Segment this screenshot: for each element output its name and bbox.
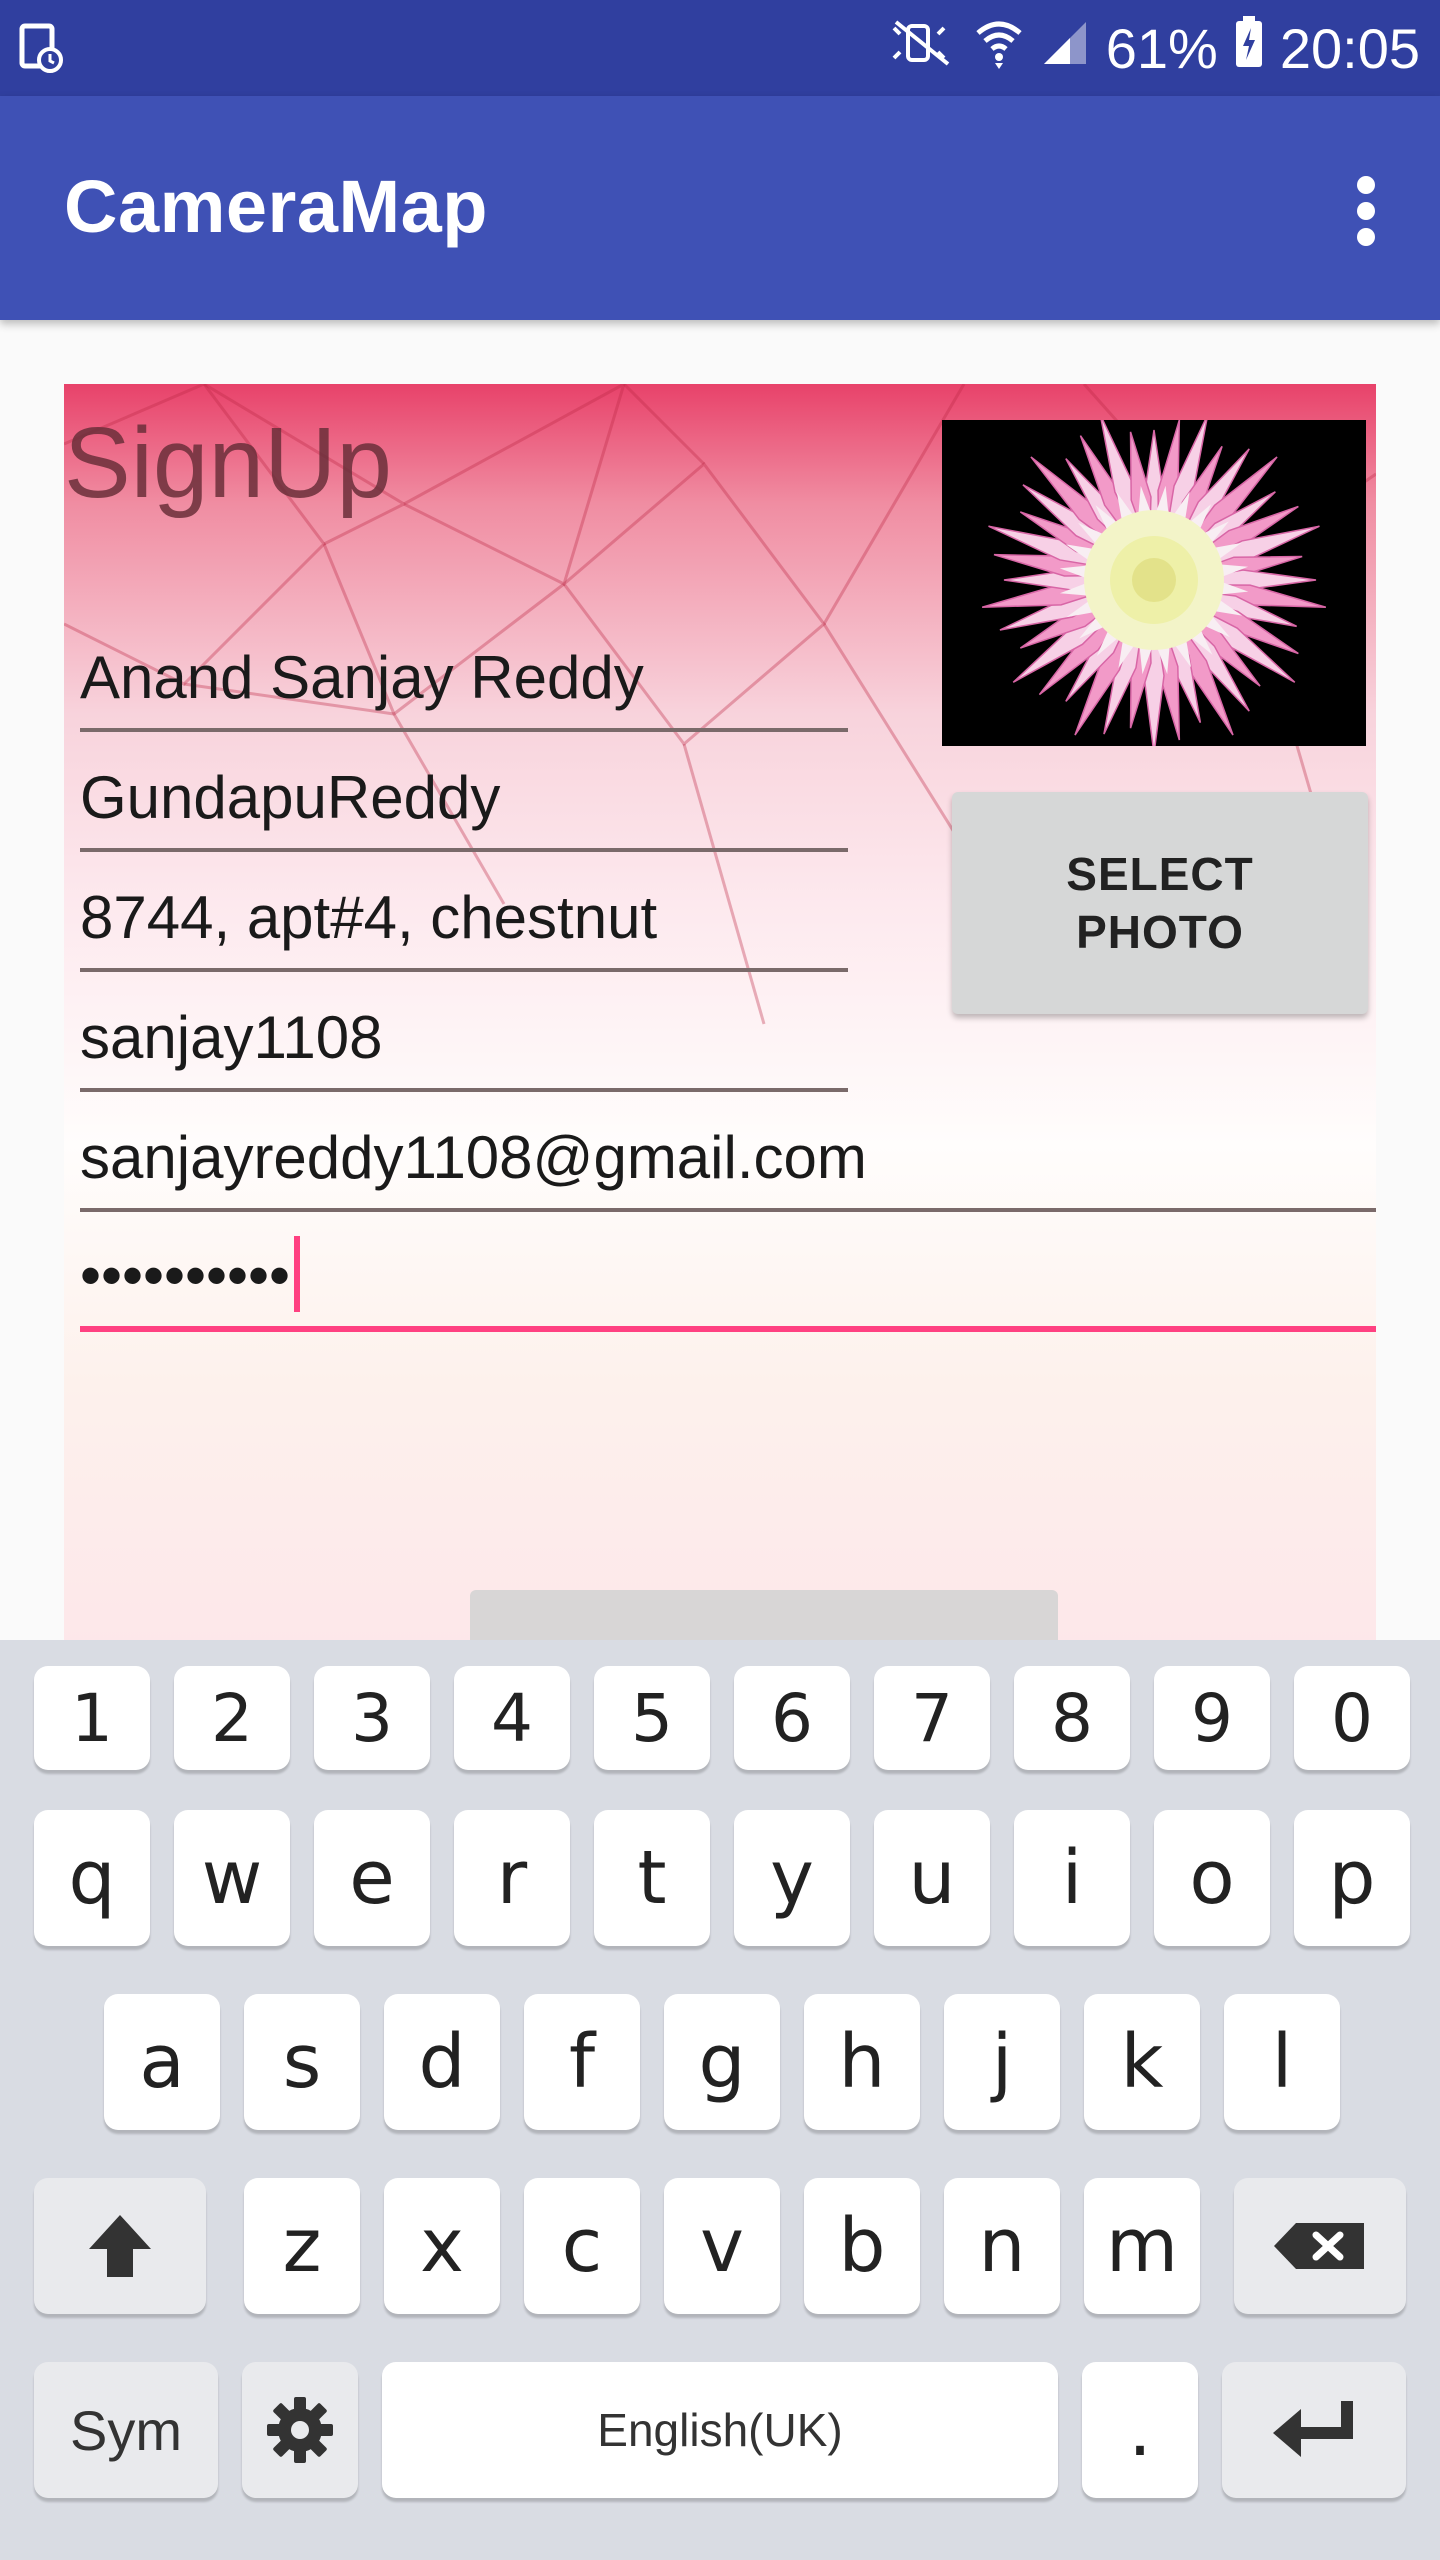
select-photo-button[interactable]: SELECT PHOTO [952, 792, 1368, 1014]
signup-heading: SignUp [64, 407, 392, 519]
number-8-key[interactable]: 8 [1014, 1666, 1130, 1770]
email-value: sanjayreddy1108@gmail.com [80, 1124, 867, 1191]
app-title: CameraMap [64, 165, 489, 248]
settings-key[interactable] [242, 2362, 358, 2498]
field-underline [80, 728, 848, 732]
full-name-field[interactable]: Anand Sanjay Reddy [80, 632, 848, 732]
flower-image [942, 420, 1366, 746]
app-bar: CameraMap [0, 96, 1440, 320]
last-name-field[interactable]: GundapuReddy [80, 752, 848, 852]
sym-key[interactable]: Sym [34, 2362, 218, 2498]
password-field[interactable]: •••••••••• [80, 1232, 1376, 1332]
email-field[interactable]: sanjayreddy1108@gmail.com [80, 1112, 1376, 1212]
screenshot-icon [18, 22, 66, 74]
shift-arrow-icon [89, 2215, 151, 2277]
last-name-value: GundapuReddy [80, 764, 501, 831]
field-underline [80, 1088, 848, 1092]
letter-a-key[interactable]: a [104, 1994, 220, 2130]
battery-percent: 61% [1105, 16, 1218, 80]
field-underline [80, 968, 848, 972]
number-4-key[interactable]: 4 [454, 1666, 570, 1770]
number-2-key[interactable]: 2 [174, 1666, 290, 1770]
signup-card: SignUp Anand Sanjay Reddy GundapuReddy 8… [64, 384, 1376, 1644]
letter-t-key[interactable]: t [594, 1810, 710, 1946]
number-7-key[interactable]: 7 [874, 1666, 990, 1770]
letter-z-key[interactable]: z [244, 2178, 360, 2314]
submit-button[interactable] [470, 1590, 1058, 1644]
field-underline-focused [80, 1326, 1376, 1332]
letter-e-key[interactable]: e [314, 1810, 430, 1946]
number-0-key[interactable]: 0 [1294, 1666, 1410, 1770]
clock: 20:05 [1279, 16, 1420, 80]
full-name-value: Anand Sanjay Reddy [80, 644, 644, 711]
letter-o-key[interactable]: o [1154, 1810, 1270, 1946]
letter-s-key[interactable]: s [244, 1994, 360, 2130]
more-vert-icon[interactable] [1346, 176, 1386, 256]
profile-photo [942, 420, 1366, 746]
field-underline [80, 1208, 1376, 1212]
number-1-key[interactable]: 1 [34, 1666, 150, 1770]
letter-c-key[interactable]: c [524, 2178, 640, 2314]
letter-f-key[interactable]: f [524, 1994, 640, 2130]
soft-keyboard: 1234567890 qwertyuiop asdfghjkl zxcvbnm … [0, 1640, 1440, 2560]
letter-r-key[interactable]: r [454, 1810, 570, 1946]
battery-charging-icon [1234, 15, 1264, 81]
enter-key[interactable] [1222, 2362, 1406, 2498]
number-6-key[interactable]: 6 [734, 1666, 850, 1770]
letter-g-key[interactable]: g [664, 1994, 780, 2130]
field-underline [80, 848, 848, 852]
letter-y-key[interactable]: y [734, 1810, 850, 1946]
letter-v-key[interactable]: v [664, 2178, 780, 2314]
letter-p-key[interactable]: p [1294, 1810, 1410, 1946]
letter-q-key[interactable]: q [34, 1810, 150, 1946]
letter-x-key[interactable]: x [384, 2178, 500, 2314]
password-value: •••••••••• [80, 1242, 291, 1309]
gear-icon [267, 2397, 333, 2463]
letter-d-key[interactable]: d [384, 1994, 500, 2130]
letter-w-key[interactable]: w [174, 1810, 290, 1946]
letter-m-key[interactable]: m [1084, 2178, 1200, 2314]
letter-k-key[interactable]: k [1084, 1994, 1200, 2130]
address-value: 8744, apt#4, chestnut [80, 884, 658, 951]
number-3-key[interactable]: 3 [314, 1666, 430, 1770]
letter-j-key[interactable]: j [944, 1994, 1060, 2130]
select-photo-label-line2: PHOTO [1076, 906, 1244, 958]
username-value: sanjay1108 [80, 1004, 383, 1071]
enter-arrow-icon [1273, 2401, 1353, 2457]
wifi-icon [974, 15, 1024, 82]
number-9-key[interactable]: 9 [1154, 1666, 1270, 1770]
select-photo-label-line1: SELECT [1066, 848, 1254, 900]
text-cursor [294, 1236, 301, 1312]
backspace-key[interactable] [1234, 2178, 1406, 2314]
backspace-icon [1274, 2223, 1364, 2269]
period-key[interactable]: . [1082, 2362, 1198, 2498]
number-5-key[interactable]: 5 [594, 1666, 710, 1770]
letter-u-key[interactable]: u [874, 1810, 990, 1946]
shift-key[interactable] [34, 2178, 206, 2314]
letter-h-key[interactable]: h [804, 1994, 920, 2130]
space-key[interactable]: English(UK) [382, 2362, 1058, 2498]
letter-l-key[interactable]: l [1224, 1994, 1340, 2130]
mute-icon [886, 16, 958, 81]
username-field[interactable]: sanjay1108 [80, 992, 848, 1092]
status-bar: 61% 20:05 [0, 0, 1440, 96]
letter-i-key[interactable]: i [1014, 1810, 1130, 1946]
address-field[interactable]: 8744, apt#4, chestnut [80, 872, 848, 972]
letter-b-key[interactable]: b [804, 2178, 920, 2314]
signal-icon [1040, 16, 1090, 81]
letter-n-key[interactable]: n [944, 2178, 1060, 2314]
